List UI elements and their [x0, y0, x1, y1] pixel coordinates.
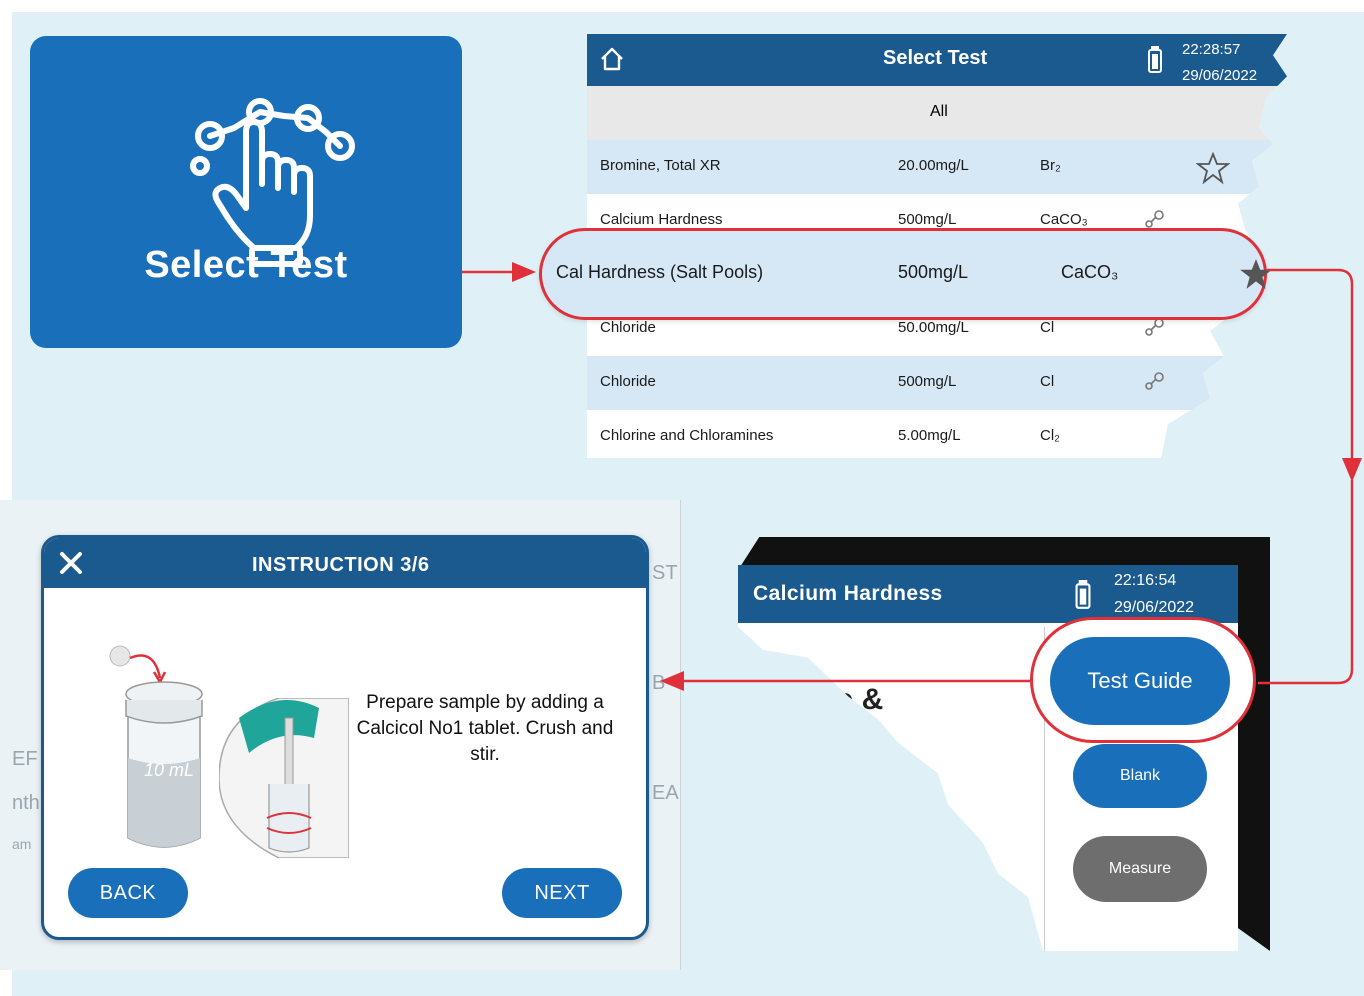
test-range: 500mg/L	[898, 262, 969, 282]
test-row[interactable]: Chloride 500mg/L Cl	[587, 356, 1287, 410]
background-fragment: EF	[12, 748, 38, 770]
screen-header: Calcium Hardness 22:16:54 29/06/2022	[738, 565, 1238, 623]
test-range: 5.00mg/L	[898, 427, 961, 444]
home-icon[interactable]	[599, 46, 625, 72]
test-row[interactable]: Bromine, Total XR 20.00mg/L Br₂	[587, 140, 1287, 194]
test-unit: CaCO₃	[1061, 262, 1119, 282]
instruction-text: Prepare sample by adding a Calcicol No1 …	[356, 692, 614, 765]
sample-vial-illustration	[109, 645, 203, 848]
background-fragment: nth	[12, 792, 40, 814]
crush-and-stir-illustration	[219, 698, 349, 858]
battery-icon	[1148, 46, 1162, 73]
filter-label: All	[930, 103, 948, 120]
test-name: Cal Hardness (Salt Pools)	[556, 262, 764, 282]
test-range: 500mg/L	[898, 211, 957, 228]
category-filter[interactable]: All	[587, 86, 1287, 140]
vial-label: 10 mL	[144, 760, 195, 780]
dialog-header: INSTRUCTION 3/6	[44, 538, 646, 588]
test-unit: CaCO₃	[1040, 211, 1088, 228]
close-icon[interactable]	[58, 550, 84, 576]
background-fragment: EA	[652, 782, 679, 804]
test-name: Bromine, Total XR	[600, 157, 721, 174]
test-name: Calcium Hardness	[600, 211, 723, 228]
blank-button[interactable]: Blank	[1073, 744, 1207, 808]
molecule-icon	[1145, 372, 1164, 390]
test-unit: Br₂	[1040, 157, 1061, 174]
test-name: Chlorine and Chloramines	[600, 427, 774, 444]
next-button[interactable]: NEXT	[502, 868, 622, 918]
test-range: 50.00mg/L	[898, 319, 969, 336]
screen-title: Calcium Hardness	[753, 582, 943, 605]
test-name: Chloride	[600, 373, 656, 390]
test-unit: Cl	[1040, 373, 1055, 390]
background-fragment: B	[652, 672, 666, 694]
clock-time: 22:16:54	[1114, 572, 1177, 589]
star-outline-icon[interactable]	[1196, 151, 1230, 185]
select-test-tile[interactable]: Select Test	[30, 36, 462, 348]
test-range: 500mg/L	[898, 373, 957, 390]
star-filled-icon[interactable]	[1238, 256, 1274, 292]
dialog-title: INSTRUCTION 3/6	[252, 554, 430, 576]
clock-time: 22:28:57	[1182, 41, 1241, 58]
screen-header: Select Test 22:28:57 29/06/2022	[587, 34, 1287, 86]
clock: 22:16:54 29/06/2022	[1114, 567, 1194, 621]
battery-icon	[1075, 580, 1091, 609]
test-unit: Cl	[1040, 319, 1055, 336]
measure-button[interactable]: Measure	[1073, 836, 1207, 902]
background-fragment: ST	[652, 562, 678, 584]
background-fragment: am	[12, 836, 32, 852]
test-guide-button[interactable]: Test Guide	[1050, 637, 1230, 725]
back-button[interactable]: BACK	[68, 868, 188, 918]
tile-label: Select Test	[144, 244, 348, 286]
instruction-dialog: INSTRUCTION 3/6 10 mL Prepare sample by …	[41, 535, 649, 940]
clock: 22:28:57 29/06/2022	[1182, 37, 1257, 89]
test-name: Chloride	[600, 319, 656, 336]
highlighted-test-row[interactable]: Cal Hardness (Salt Pools) 500mg/L CaCO₃	[539, 228, 1272, 320]
test-range: 20.00mg/L	[898, 157, 969, 174]
screen-title: Select Test	[883, 47, 988, 69]
test-unit: Cl₂	[1040, 427, 1060, 444]
